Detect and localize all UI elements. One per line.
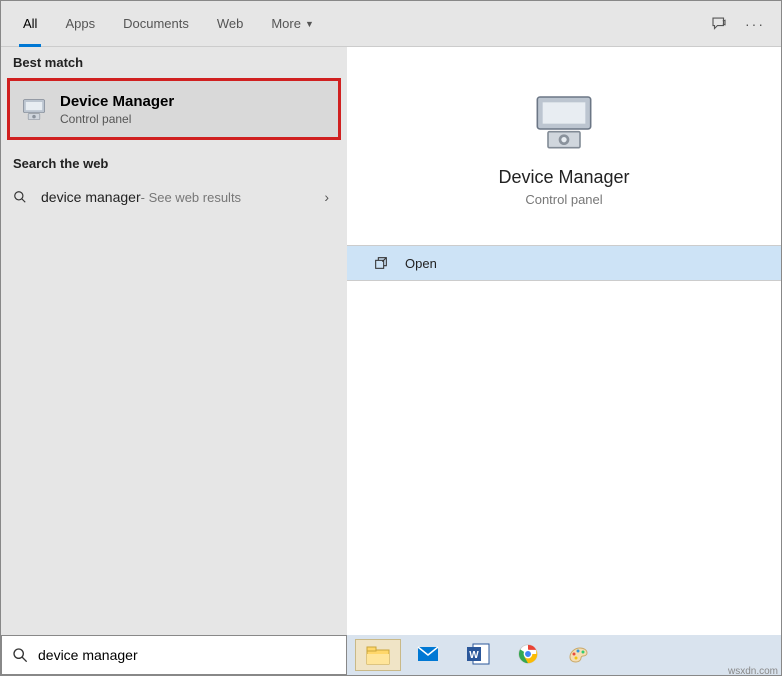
- section-search-web: Search the web: [1, 148, 347, 177]
- feedback-icon[interactable]: [701, 1, 737, 47]
- web-search-result[interactable]: device manager - See web results ›: [1, 177, 347, 217]
- tab-documents[interactable]: Documents: [109, 1, 203, 47]
- results-pane: Best match Device Manager Control panel …: [1, 47, 347, 635]
- web-hint: - See web results: [141, 190, 241, 205]
- open-button[interactable]: Open: [347, 245, 781, 281]
- search-icon: [12, 647, 28, 663]
- search-input[interactable]: [38, 647, 336, 663]
- taskbar-mail[interactable]: [405, 639, 451, 671]
- chevron-down-icon: ▼: [305, 19, 314, 29]
- tab-all[interactable]: All: [9, 1, 51, 47]
- windows-search-panel: All Apps Documents Web More ▼ ··· Best m…: [0, 0, 782, 676]
- best-match-result[interactable]: Device Manager Control panel: [7, 78, 341, 140]
- preview-pane: Device Manager Control panel Open: [347, 47, 781, 635]
- section-best-match: Best match: [1, 47, 347, 76]
- preview-card: Device Manager Control panel: [365, 71, 763, 233]
- tab-apps[interactable]: Apps: [51, 1, 109, 47]
- chevron-right-icon: ›: [324, 189, 329, 205]
- svg-text:W: W: [469, 650, 479, 661]
- best-match-subtitle: Control panel: [60, 112, 174, 126]
- taskbar: W: [347, 635, 781, 675]
- taskbar-paint[interactable]: [555, 639, 601, 671]
- watermark: wsxdn.com: [728, 666, 778, 677]
- preview-title: Device Manager: [365, 167, 763, 188]
- open-icon: [373, 255, 391, 271]
- open-label: Open: [405, 256, 437, 271]
- search-tabs: All Apps Documents Web More ▼ ···: [1, 1, 781, 47]
- taskbar-word[interactable]: W: [455, 639, 501, 671]
- search-icon: [13, 190, 33, 204]
- web-query: device manager: [41, 189, 141, 205]
- taskbar-file-explorer[interactable]: [355, 639, 401, 671]
- tab-more[interactable]: More ▼: [257, 1, 328, 47]
- device-manager-icon: [532, 89, 596, 153]
- device-manager-icon: [20, 95, 48, 123]
- tab-web[interactable]: Web: [203, 1, 258, 47]
- taskbar-chrome[interactable]: [505, 639, 551, 671]
- preview-subtitle: Control panel: [365, 192, 763, 207]
- more-options-icon[interactable]: ···: [737, 1, 773, 47]
- search-bar[interactable]: [1, 635, 347, 675]
- best-match-title: Device Manager: [60, 93, 174, 110]
- best-match-text: Device Manager Control panel: [60, 93, 174, 126]
- tab-more-label: More: [271, 16, 301, 31]
- search-body: Best match Device Manager Control panel …: [1, 47, 781, 635]
